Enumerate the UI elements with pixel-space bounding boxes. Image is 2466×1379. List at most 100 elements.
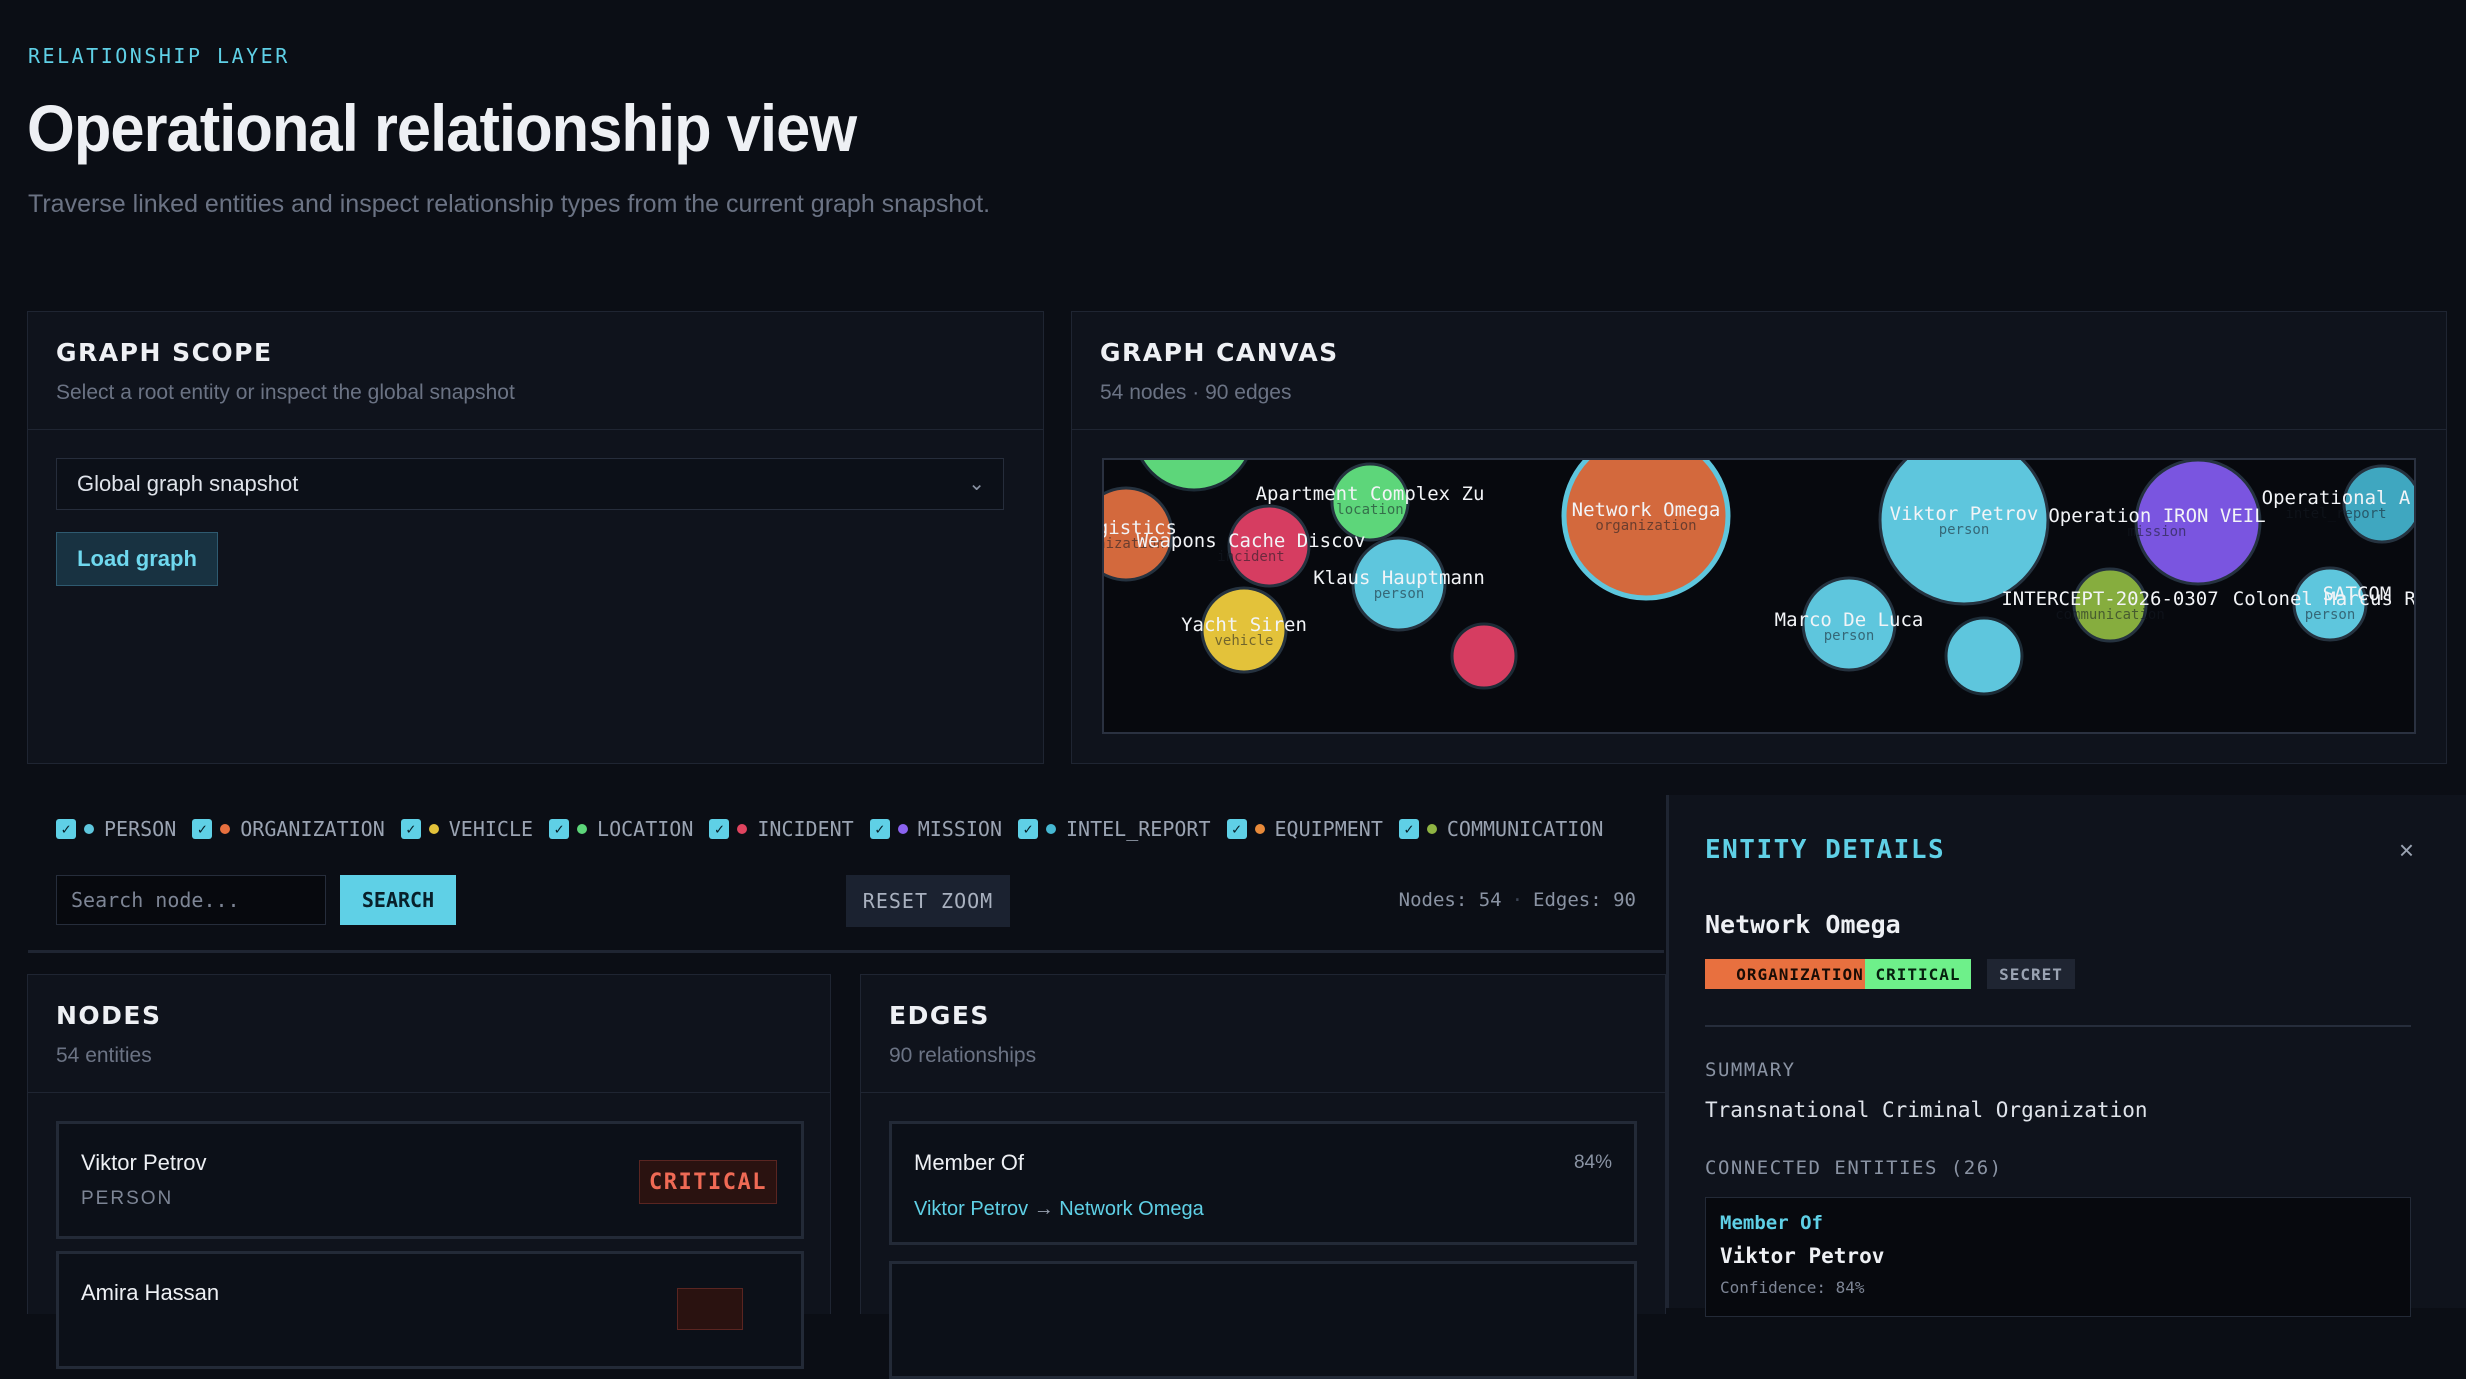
edges-subtitle: 90 relationships [889, 1044, 1037, 1067]
node-search-input[interactable]: Search node... [56, 875, 326, 925]
entity-tag-secret: SECRET [1987, 959, 2075, 989]
type-color-dot [1426, 824, 1437, 834]
divider [1705, 1025, 2411, 1027]
graph-node[interactable]: organizationNetwork Omega [1561, 460, 1731, 601]
type-color-dot [84, 824, 94, 834]
edge-target-link[interactable]: Network Omega [1059, 1198, 1204, 1220]
node-search-placeholder: Search node... [71, 888, 240, 912]
checkbox-checked-icon[interactable]: ✓ [192, 819, 213, 839]
connection-confidence: Confidence: 84% [1720, 1278, 1865, 1297]
graph-node[interactable]: intel_reportOperational A [2262, 464, 2414, 544]
graph-toolbar: ✓ PERSON ✓ ORGANIZATION ✓ VEHICLE ✓ LOCATION ✓ IN… [28, 795, 1664, 953]
graph-canvas-title: GRAPH CANVAS [1100, 338, 1339, 367]
filter-vehicle[interactable]: ✓ VEHICLE [400, 817, 534, 841]
type-color-dot [577, 824, 588, 834]
checkbox-checked-icon[interactable]: ✓ [709, 819, 730, 839]
filter-location[interactable]: ✓ LOCATION [549, 817, 693, 841]
filter-label: INTEL_REPORT [1066, 817, 1211, 841]
page-title: Operational relationship view [27, 91, 857, 165]
edges-panel: EDGES 90 relationships Member Of 84% Vik… [860, 974, 1666, 1379]
graph-svg[interactable]: organizationNetwork Omega personViktor Pe… [1104, 460, 2414, 732]
nodes-title: NODES [56, 1001, 162, 1030]
edge-source-link[interactable]: Viktor Petrov [914, 1198, 1028, 1220]
edge-path: Viktor Petrov → Network Omega [914, 1198, 1204, 1221]
graph-node[interactable]: missionOperation IRON VEIL [2048, 460, 2266, 586]
edges-stat: Edges: 90 [1533, 889, 1636, 911]
graph-node-label: Operation IRON VEIL [2048, 505, 2265, 527]
graph-node[interactable] [1944, 616, 2024, 696]
graph-node-label: Yacht Siren [1181, 614, 1307, 636]
stat-separator: · [1511, 889, 1524, 911]
reset-zoom-button[interactable]: RESET ZOOM [846, 875, 1010, 927]
graph-scope-title: GRAPH SCOPE [56, 338, 273, 367]
connected-entities-label: CONNECTED ENTITIES (26) [1705, 1157, 2003, 1179]
type-color-dot [737, 824, 748, 834]
edge-list-item[interactable]: Member Of 84% Viktor Petrov → Network Om… [889, 1121, 1637, 1245]
type-color-dot [428, 824, 439, 834]
checkbox-checked-icon[interactable]: ✓ [400, 819, 421, 839]
node-list-item[interactable]: Viktor Petrov PERSON CRITICAL [56, 1121, 804, 1239]
graph-node[interactable]: vehicleYacht Siren [1181, 586, 1307, 674]
filter-label: ORGANIZATION [240, 817, 385, 841]
nodes-panel: NODES 54 entities Viktor Petrov PERSON C… [27, 974, 831, 1369]
graph-stats: Nodes: 54 · Edges: 90 [1399, 889, 1636, 911]
graph-node[interactable]: SATCOM [2323, 583, 2392, 605]
edge-list-item[interactable] [889, 1261, 1637, 1379]
node-name: Amira Hassan [81, 1280, 220, 1305]
connection-name: Viktor Petrov [1720, 1244, 1885, 1268]
checkbox-checked-icon[interactable]: ✓ [549, 819, 570, 839]
page-eyebrow: RELATIONSHIP LAYER [28, 44, 290, 68]
filter-intel-report[interactable]: ✓ INTEL_REPORT [1018, 817, 1211, 841]
node-list-item[interactable]: Amira Hassan [56, 1251, 804, 1369]
filter-communication[interactable]: ✓ COMMUNICATION [1398, 817, 1603, 841]
divider [28, 1092, 830, 1093]
summary-label: SUMMARY [1705, 1059, 1796, 1081]
type-color-dot [220, 824, 231, 834]
node-name: Viktor Petrov [81, 1150, 207, 1175]
graph-scope-subtitle: Select a root entity or inspect the glob… [56, 381, 515, 404]
filter-label: PERSON [104, 817, 177, 841]
nodes-stat: Nodes: 54 [1398, 889, 1502, 911]
divider [861, 1092, 1665, 1093]
divider [28, 429, 1043, 430]
type-filters: ✓ PERSON ✓ ORGANIZATION ✓ VEHICLE ✓ LOCATION ✓ IN… [56, 817, 1619, 841]
checkbox-checked-icon[interactable]: ✓ [1226, 819, 1247, 839]
search-button[interactable]: SEARCH [340, 875, 456, 925]
filter-label: EQUIPMENT [1274, 817, 1383, 841]
graph-canvas-card: GRAPH CANVAS 54 nodes · 90 edges organiz… [1071, 311, 2447, 764]
filter-label: VEHICLE [448, 817, 534, 841]
page-subtitle: Traverse linked entities and inspect rel… [28, 190, 991, 218]
nodes-subtitle: 54 entities [56, 1044, 152, 1067]
checkbox-checked-icon[interactable]: ✓ [56, 819, 76, 839]
close-icon[interactable]: × [2399, 835, 2414, 866]
filter-equipment[interactable]: ✓ EQUIPMENT [1226, 817, 1383, 841]
edge-relation: Member Of [914, 1150, 1025, 1175]
graph-node[interactable]: personMarco De Luca [1775, 576, 1924, 672]
graph-node-label: Apartment Complex Zu [1256, 483, 1485, 505]
type-color-dot [1046, 824, 1056, 834]
divider [1072, 429, 2446, 430]
filter-label: LOCATION [597, 817, 694, 841]
root-entity-select[interactable]: Global graph snapshot ⌄ [56, 458, 1004, 510]
graph-node-label: Network Omega [1572, 499, 1721, 521]
checkbox-checked-icon[interactable]: ✓ [1398, 819, 1419, 839]
graph-node[interactable]: personViktor Petrov [1878, 460, 2050, 606]
checkbox-checked-icon[interactable]: ✓ [869, 819, 890, 839]
filter-incident[interactable]: ✓ INCIDENT [709, 817, 854, 841]
checkbox-checked-icon[interactable]: ✓ [1018, 819, 1038, 839]
load-graph-button[interactable]: Load graph [56, 532, 218, 586]
graph-node-label: Klaus Hauptmann [1313, 567, 1485, 589]
graph-node[interactable] [1134, 460, 1254, 492]
filter-mission[interactable]: ✓ MISSION [869, 817, 1002, 841]
filter-organization[interactable]: ✓ ORGANIZATION [192, 817, 385, 841]
graph-canvas[interactable]: organization Network Omega person Viktor Pe… [1102, 458, 2416, 734]
arrow-right-icon: → [1033, 1198, 1054, 1220]
edges-title: EDGES [889, 1001, 990, 1030]
filter-person[interactable]: ✓ PERSON [56, 817, 176, 841]
entity-name: Network Omega [1705, 910, 1901, 939]
graph-node[interactable] [1450, 622, 1518, 690]
graph-canvas-subtitle: 54 nodes · 90 edges [1100, 381, 1292, 404]
chevron-down-icon: ⌄ [968, 473, 985, 495]
node-type: PERSON [81, 1188, 174, 1209]
connected-entity-card[interactable]: Member Of Viktor Petrov Confidence: 84% [1705, 1197, 2411, 1317]
